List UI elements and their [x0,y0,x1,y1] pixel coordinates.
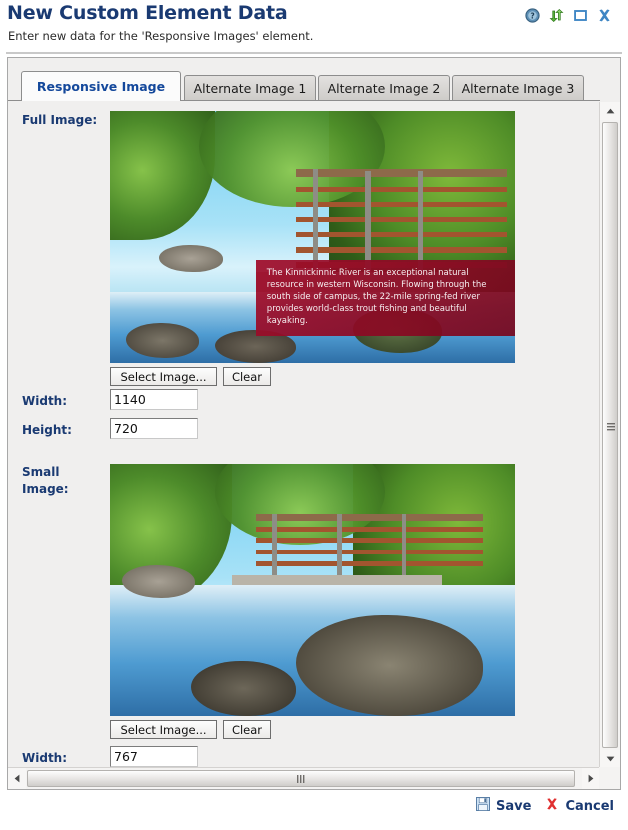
scroll-down-button[interactable] [600,750,620,768]
photo-rock [122,564,196,598]
photo-rail-slat [296,201,507,208]
small-image-select-button[interactable]: Select Image... [110,720,217,739]
small-image-clear-button[interactable]: Clear [223,720,271,739]
small-image-width-label: Width: [22,751,68,765]
horizontal-scroll-thumb[interactable] [27,770,575,787]
save-button[interactable]: Save [476,797,531,815]
image-caption-overlay: The Kinnickinnic River is an exceptional… [255,259,515,336]
full-image-height-input[interactable] [110,418,198,439]
photo-rail-slat [255,549,483,555]
small-image-label-line1: Small [22,465,60,479]
vertical-scrollbar[interactable] [599,102,620,768]
cancel-label: Cancel [565,798,614,814]
small-image-label-line2: Image: [22,482,69,496]
tab-alternate-image-1[interactable]: Alternate Image 1 [184,75,316,101]
full-image-width-input[interactable] [110,389,198,410]
photo-bridge-rail-top [255,514,483,521]
tab-bar: Responsive Image Alternate Image 1 Alter… [8,58,600,104]
dialog-header: New Custom Element Data Enter new data f… [0,0,628,54]
save-icon [476,797,491,815]
photo-rail-slat [296,247,507,253]
form-scroll-viewport: Full Image: The Kinnickinnic River is an… [9,102,600,768]
refresh-icon[interactable] [549,8,564,23]
maximize-icon[interactable] [573,8,588,23]
full-image-clear-button[interactable]: Clear [223,367,271,386]
photo-rail-slat [296,231,507,238]
photo-bridge-rail-top [296,168,507,177]
scrollbar-corner [599,767,620,789]
scroll-up-button[interactable] [600,102,620,120]
vertical-scroll-thumb[interactable] [602,122,618,748]
save-label: Save [496,798,532,814]
photo-rail-slat [296,186,507,193]
full-image-select-button[interactable]: Select Image... [110,367,217,386]
content-panel: Responsive Image Alternate Image 1 Alter… [7,57,621,790]
full-image-height-label: Height: [22,423,72,437]
page-title: New Custom Element Data [7,2,288,24]
footer-action-group: Save Cancel [476,797,614,815]
full-image-label: Full Image: [22,113,98,127]
header-divider [6,52,622,54]
cancel-icon [545,797,559,815]
photo-rock [191,660,297,716]
scroll-right-button[interactable] [582,768,600,789]
full-image-width-label: Width: [22,394,68,408]
small-image-preview[interactable] [110,464,515,716]
help-icon[interactable]: ? [525,8,540,23]
tab-alternate-image-2[interactable]: Alternate Image 2 [318,75,450,101]
header-icon-group: ? [525,8,612,23]
photo-rail-slat [255,561,483,566]
photo-rail-slat [296,216,507,223]
svg-text:?: ? [530,12,534,21]
photo-rock [126,322,200,358]
close-icon[interactable] [597,8,612,23]
dialog-subtitle: Enter new data for the 'Responsive Image… [8,29,314,43]
full-image-preview[interactable]: The Kinnickinnic River is an exceptional… [110,111,515,363]
dialog-footer: Save Cancel [0,792,628,830]
horizontal-scrollbar[interactable] [8,767,600,789]
small-image-width-input[interactable] [110,746,198,767]
photo-rail-slat [255,538,483,543]
tab-responsive-image[interactable]: Responsive Image [21,71,181,101]
tab-alternate-image-3[interactable]: Alternate Image 3 [452,75,584,101]
photo-rail-slat [255,527,483,532]
scroll-left-button[interactable] [8,768,26,789]
cancel-button[interactable]: Cancel [545,797,614,815]
